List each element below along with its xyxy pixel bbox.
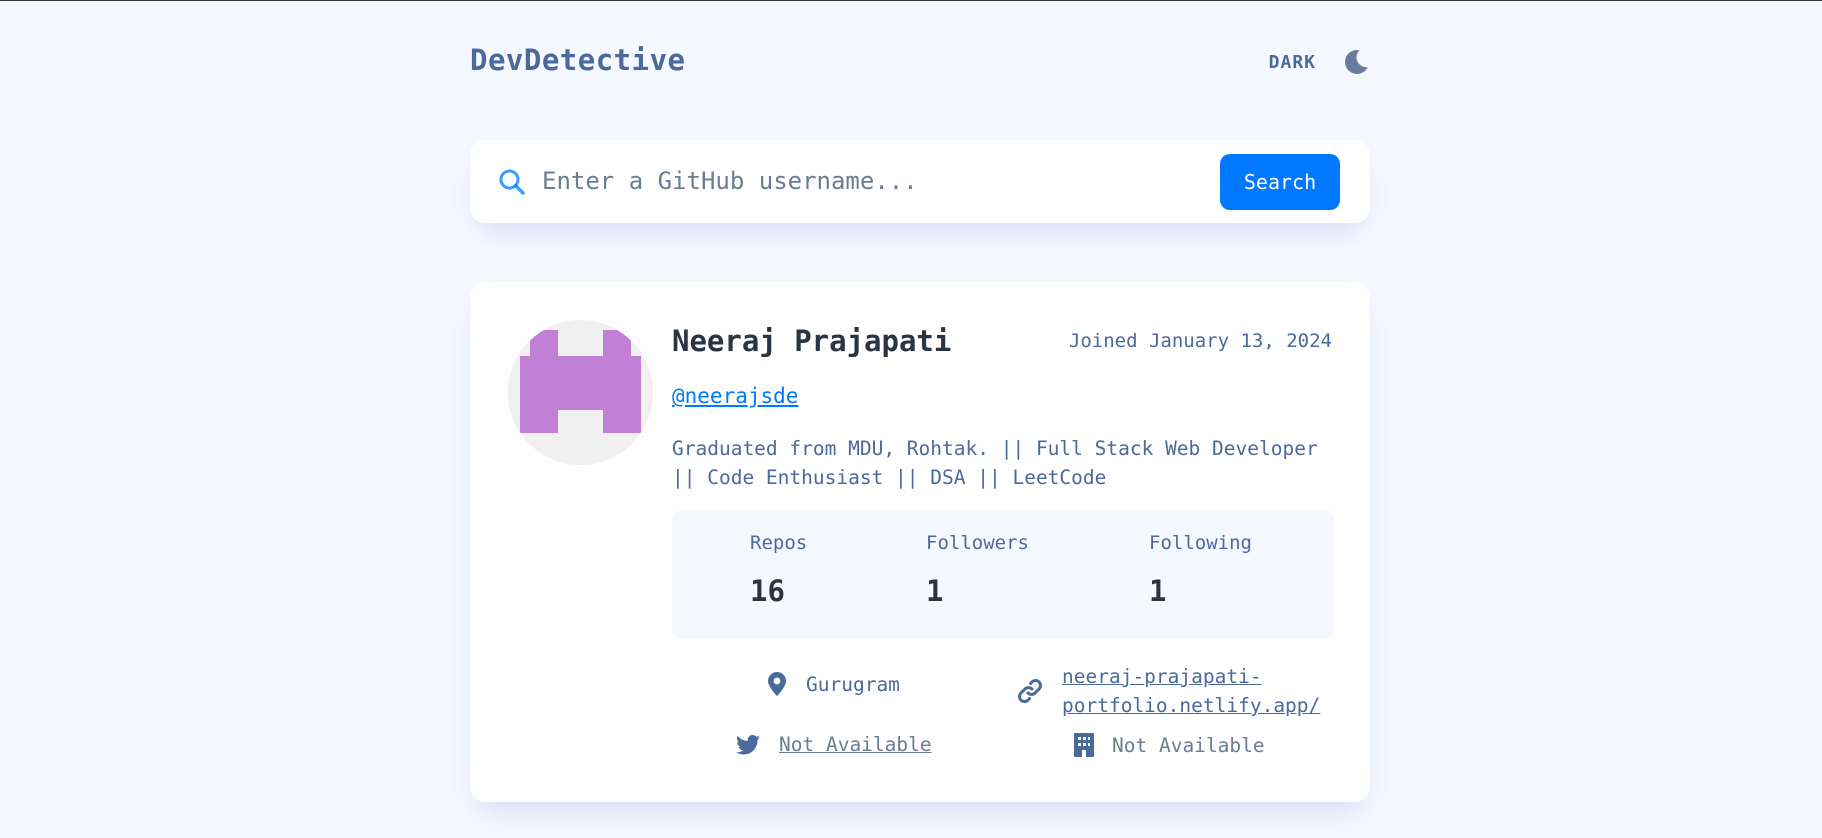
stat-following-value: 1 <box>1149 574 1167 608</box>
stat-following: Following 1 <box>1149 532 1252 608</box>
stats-panel: Repos 16 Followers 1 Following 1 <box>672 510 1334 639</box>
company-text: Not Available <box>1112 733 1265 757</box>
stat-repos: Repos 16 <box>750 532 807 608</box>
search-input[interactable] <box>542 158 1182 204</box>
building-icon <box>1074 733 1094 757</box>
website-link[interactable]: neeraj-prajapati- portfolio.netlify.app/ <box>1062 662 1320 720</box>
location-pin-icon <box>768 672 786 696</box>
location-row: Gurugram <box>768 672 900 696</box>
stat-followers-label: Followers <box>926 532 1029 554</box>
theme-toggle[interactable]: DARK <box>1269 47 1370 77</box>
link-icon <box>1018 679 1042 703</box>
stat-followers-value: 1 <box>926 574 944 608</box>
header: DevDetective DARK <box>470 43 1370 83</box>
twitter-text[interactable]: Not Available <box>779 733 932 756</box>
app-logo: DevDetective <box>470 43 686 77</box>
avatar <box>508 320 653 465</box>
website-link-line1[interactable]: neeraj-prajapati- <box>1062 662 1320 691</box>
profile-name: Neeraj Prajapati <box>672 324 952 358</box>
identicon-avatar <box>508 320 653 465</box>
stat-following-label: Following <box>1149 532 1252 554</box>
twitter-row[interactable]: Not Available <box>736 733 932 756</box>
theme-toggle-label: DARK <box>1268 51 1316 73</box>
joined-date: Joined January 13, 2024 <box>1068 330 1332 352</box>
location-text: Gurugram <box>806 672 900 696</box>
profile-username-link[interactable]: @neerajsde <box>672 384 798 408</box>
search-bar: Search <box>470 140 1370 223</box>
stat-repos-label: Repos <box>750 532 808 554</box>
website-row[interactable]: neeraj-prajapati- portfolio.netlify.app/ <box>1016 662 1320 720</box>
stat-repos-value: 16 <box>750 574 785 608</box>
moon-icon <box>1345 49 1368 74</box>
search-button[interactable]: Search <box>1220 154 1340 210</box>
website-link-line2[interactable]: portfolio.netlify.app/ <box>1062 691 1320 720</box>
profile-bio: Graduated from MDU, Rohtak. || Full Stac… <box>672 437 1318 489</box>
company-row: Not Available <box>1074 733 1265 757</box>
twitter-icon <box>736 734 760 754</box>
profile-card: Neeraj Prajapati Joined January 13, 2024… <box>470 282 1370 802</box>
search-icon <box>499 169 525 195</box>
stat-followers: Followers 1 <box>926 532 1029 608</box>
